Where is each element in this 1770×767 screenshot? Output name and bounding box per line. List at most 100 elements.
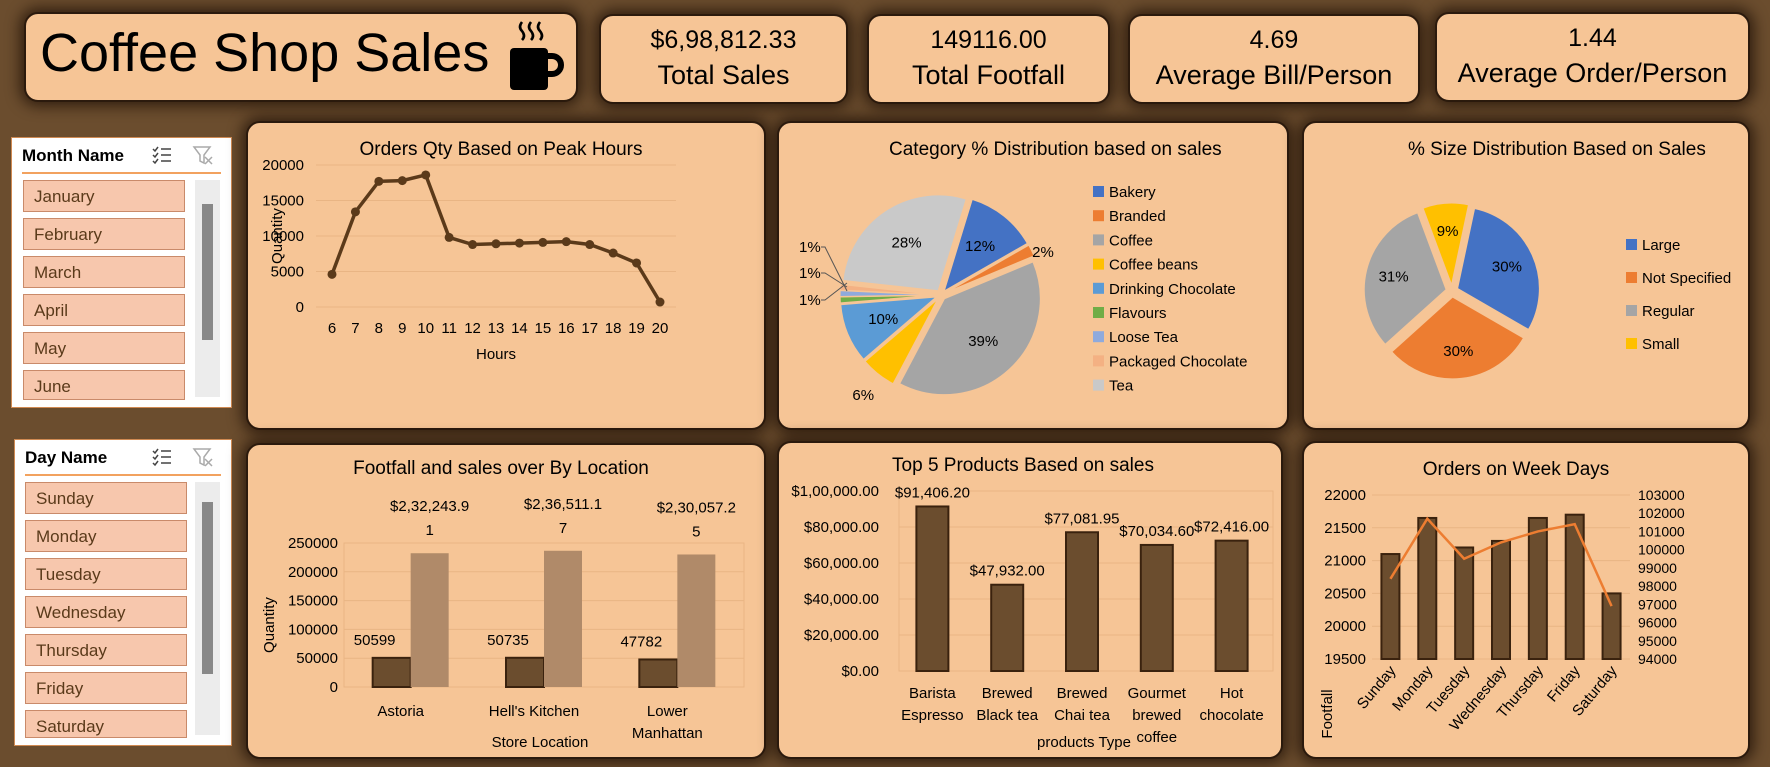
- slicer-item-may[interactable]: May: [23, 332, 185, 364]
- slicer-item-january[interactable]: January: [23, 180, 185, 212]
- slicer-item-february[interactable]: February: [23, 218, 185, 250]
- legend-label: Loose Tea: [1109, 329, 1179, 346]
- legend-swatch: [1626, 239, 1637, 250]
- bar: [990, 583, 1025, 672]
- data-point: [561, 237, 571, 247]
- legend-label: Branded: [1109, 208, 1166, 225]
- slicer-item-friday[interactable]: Friday: [25, 672, 187, 704]
- legend-swatch: [1093, 355, 1104, 367]
- bar-footfall: [371, 656, 412, 689]
- y-tick-label: 150000: [288, 593, 338, 610]
- scrollbar-thumb[interactable]: [202, 204, 213, 340]
- clear-filter-icon[interactable]: [192, 446, 214, 468]
- data-label: 1%: [799, 239, 821, 256]
- legend-swatch: [1093, 258, 1104, 270]
- slicer-header: Day Name: [25, 448, 108, 467]
- bar-footfall: [505, 656, 545, 689]
- slicer-scrollbar[interactable]: [195, 180, 220, 397]
- y-axis-label: Quantity: [261, 597, 278, 653]
- legend-label: Drinking Chocolate: [1109, 281, 1236, 298]
- bar-sales: [410, 553, 449, 687]
- y2-tick-label: 97000: [1638, 596, 1677, 612]
- data-label: $70,034.60: [1119, 523, 1194, 540]
- bar: [1214, 539, 1249, 672]
- y2-tick-label: 95000: [1638, 633, 1677, 649]
- data-label: $2,32,243.9 1: [390, 498, 469, 539]
- data-label: $47,932.00: [970, 563, 1045, 580]
- x-tick-label: Brewed Chai tea: [1054, 685, 1111, 724]
- data-label: 2%: [1032, 244, 1054, 261]
- slicer-item-monday[interactable]: Monday: [25, 520, 187, 552]
- legend-label: Coffee beans: [1109, 257, 1198, 274]
- x-tick-label: 19: [628, 320, 645, 337]
- kpi-value: 1.44: [1568, 24, 1617, 52]
- x-tick-label: Gourmet brewed coffee: [1128, 685, 1187, 746]
- multi-select-icon[interactable]: [151, 144, 173, 166]
- legend-swatch: [1093, 307, 1104, 318]
- y-tick-label: 22000: [1324, 487, 1366, 504]
- slicer-scrollbar[interactable]: [195, 482, 220, 735]
- data-point: [350, 207, 360, 217]
- bar-sales: [677, 554, 716, 687]
- slicer-item-march[interactable]: March: [23, 256, 185, 288]
- top-products-bar-chart: $0.00 $20,000.00 $40,000.00 $60,000.00 $80,0…: [791, 483, 1274, 751]
- data-label: 50599: [354, 632, 396, 649]
- multi-select-icon[interactable]: [151, 446, 173, 468]
- slicer-item-june[interactable]: June: [23, 370, 185, 400]
- scrollbar-thumb[interactable]: [202, 502, 213, 674]
- y2-tick-label: 100000: [1638, 542, 1685, 558]
- kpi-label: Total Sales: [657, 60, 790, 90]
- title-card: Coffee Shop Sales: [24, 12, 578, 102]
- data-label: 50735: [487, 632, 529, 649]
- y-tick-label: 250000: [288, 535, 338, 552]
- slicer-item-wednesday[interactable]: Wednesday: [25, 596, 187, 628]
- y-tick-label: 21500: [1324, 520, 1366, 537]
- slicer-item-april[interactable]: April: [23, 294, 185, 326]
- x-tick-label: 6: [328, 320, 336, 337]
- slicer-item-thursday[interactable]: Thursday: [25, 634, 187, 666]
- x-tick-label: 11: [441, 320, 457, 337]
- slicer-item-tuesday[interactable]: Tuesday: [25, 558, 187, 590]
- y-axis-label: Quantity: [269, 208, 286, 264]
- series-line: [330, 172, 662, 303]
- kpi-average-order: 1.44 Average Order/Person: [1435, 12, 1750, 102]
- bar: [1417, 516, 1438, 660]
- clear-filter-icon[interactable]: [192, 144, 214, 166]
- bar: [1454, 546, 1475, 660]
- slicer-item-saturday[interactable]: Saturday: [25, 710, 187, 738]
- location-bar-chart: 0 50000 100000 150000 200000 250000 Quantity 50…: [261, 496, 745, 751]
- slicer-item-sunday[interactable]: Sunday: [25, 482, 187, 514]
- legend-swatch: [1626, 272, 1637, 283]
- y-tick-label: $40,000.00: [804, 591, 879, 608]
- legend-label: Coffee: [1109, 232, 1153, 249]
- x-axis-label: products Type: [1037, 734, 1131, 751]
- legend-label: Tea: [1109, 378, 1134, 395]
- bar: [915, 505, 950, 672]
- data-point: [538, 237, 548, 247]
- x-tick-label: 13: [488, 320, 505, 337]
- month-slicer: Month Name January February March April …: [11, 137, 232, 408]
- x-tick-label: Lower Manhattan: [632, 703, 703, 742]
- x-tick-label: 18: [605, 320, 622, 337]
- data-point: [585, 240, 595, 250]
- y-tick-label: $0.00: [841, 663, 879, 680]
- data-label: $91,406.20: [895, 484, 970, 501]
- peak-hours-card: Orders Qty Based on Peak Hours 0 5000 1000…: [246, 121, 766, 430]
- x-tick-label: 20: [652, 320, 669, 337]
- legend-label: Large: [1642, 237, 1680, 254]
- legend-label: Not Specified: [1642, 270, 1731, 287]
- bar: [1065, 531, 1099, 672]
- y-tick-label: $60,000.00: [804, 555, 879, 572]
- size-pie-chart: 30% 30% 31% 9% Large Not Specified Regular Smal…: [1363, 202, 1731, 380]
- legend-label: Flavours: [1109, 305, 1167, 322]
- y-tick-label: 100000: [288, 621, 338, 638]
- x-tick-label: Hot chocolate: [1199, 685, 1263, 724]
- peak-hours-chart: 050001000015000200006 7 8 9 10 11 12 13 14 15 16 17…: [262, 157, 676, 363]
- data-point: [655, 297, 665, 307]
- y-tick-label: 15000: [262, 193, 304, 210]
- bar: [1139, 543, 1174, 672]
- data-label: 39%: [968, 333, 998, 350]
- legend-swatch: [1626, 338, 1637, 349]
- category-pie-chart: 12% 39% 6% 10% 28% 2% 1% 1% 1% Bakery Branded Coffe…: [799, 184, 1247, 404]
- y-tick-label: 200000: [288, 564, 338, 581]
